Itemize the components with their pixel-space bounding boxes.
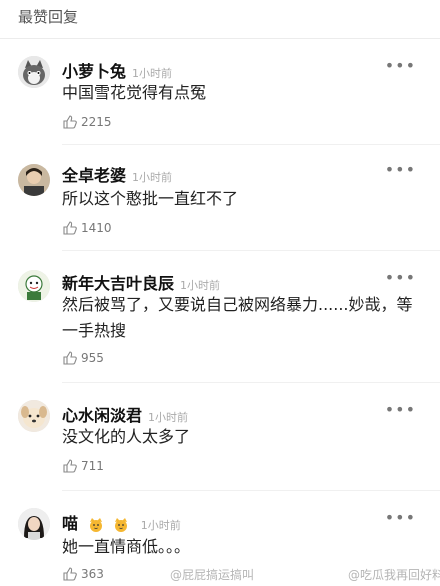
dog-avatar-icon[interactable]	[18, 400, 50, 432]
watermark: @屁屁搞运搞叫	[170, 568, 255, 582]
comment-divider	[62, 490, 440, 491]
comment-text: 然后被骂了，又要说自己被网络暴力......妙哉，等一手热搜	[62, 295, 413, 340]
username[interactable]: 喵 1小时前	[62, 510, 181, 534]
like-count: 955	[81, 351, 104, 365]
username-text[interactable]: 全卓老婆	[62, 166, 126, 185]
timestamp: 1小时前	[148, 411, 189, 424]
username[interactable]: 新年大吉叶良辰 1小时前	[62, 270, 220, 294]
timestamp: 1小时前	[180, 279, 221, 292]
like-count: 2215	[81, 115, 112, 129]
timestamp: 1小时前	[140, 519, 181, 532]
username[interactable]: 心水闲淡君 1小时前	[62, 402, 188, 426]
thumbs-up-icon	[63, 351, 77, 365]
more-options-button[interactable]: •••	[385, 160, 416, 179]
watermark: @吃瓜我再回好料	[348, 568, 440, 582]
comment-divider	[62, 250, 440, 251]
comment-text: 所以这个憨批一直红不了	[62, 189, 239, 208]
comment-divider	[62, 144, 440, 145]
cat-emoji-icon	[115, 517, 128, 532]
username[interactable]: 全卓老婆 1小时前	[62, 162, 172, 186]
thumbs-up-icon	[63, 115, 77, 129]
like-button[interactable]: 955	[62, 350, 104, 366]
like-button[interactable]: 1410	[62, 220, 112, 236]
girl-avatar-icon[interactable]	[18, 508, 50, 540]
username-text[interactable]: 喵	[62, 514, 78, 533]
username-text[interactable]: 心水闲淡君	[62, 406, 142, 425]
more-options-button[interactable]: •••	[385, 268, 416, 287]
like-button[interactable]: 363	[62, 566, 104, 582]
username-text[interactable]: 小萝卜兔	[62, 62, 126, 81]
thumbs-up-icon	[63, 459, 77, 473]
more-options-button[interactable]: •••	[385, 56, 416, 75]
comment-text: 她一直情商低。。。	[62, 537, 191, 556]
timestamp: 1小时前	[132, 171, 173, 184]
like-count: 1410	[81, 221, 112, 235]
username-text[interactable]: 新年大吉叶良辰	[62, 274, 174, 293]
like-button[interactable]: 711	[62, 458, 104, 474]
person-avatar-icon[interactable]	[18, 164, 50, 196]
timestamp: 1小时前	[132, 67, 173, 80]
more-options-button[interactable]: •••	[385, 508, 416, 527]
more-options-button[interactable]: •••	[385, 400, 416, 419]
comment-text: 中国雪花觉得有点冤	[62, 83, 207, 102]
section-header: 最赞回复	[18, 8, 79, 26]
comment-text: 没文化的人太多了	[62, 427, 191, 446]
like-count: 711	[81, 459, 104, 473]
thumbs-up-icon	[63, 221, 77, 235]
like-button[interactable]: 2215	[62, 114, 112, 130]
header-divider	[0, 38, 440, 39]
like-count: 363	[81, 567, 104, 581]
cat-avatar-icon[interactable]	[18, 56, 50, 88]
cartoon-avatar-icon[interactable]	[18, 270, 50, 302]
cat-emoji-icon	[89, 517, 102, 532]
thumbs-up-icon	[63, 567, 77, 581]
username[interactable]: 小萝卜兔 1小时前	[62, 58, 172, 82]
comment-divider	[62, 382, 440, 383]
